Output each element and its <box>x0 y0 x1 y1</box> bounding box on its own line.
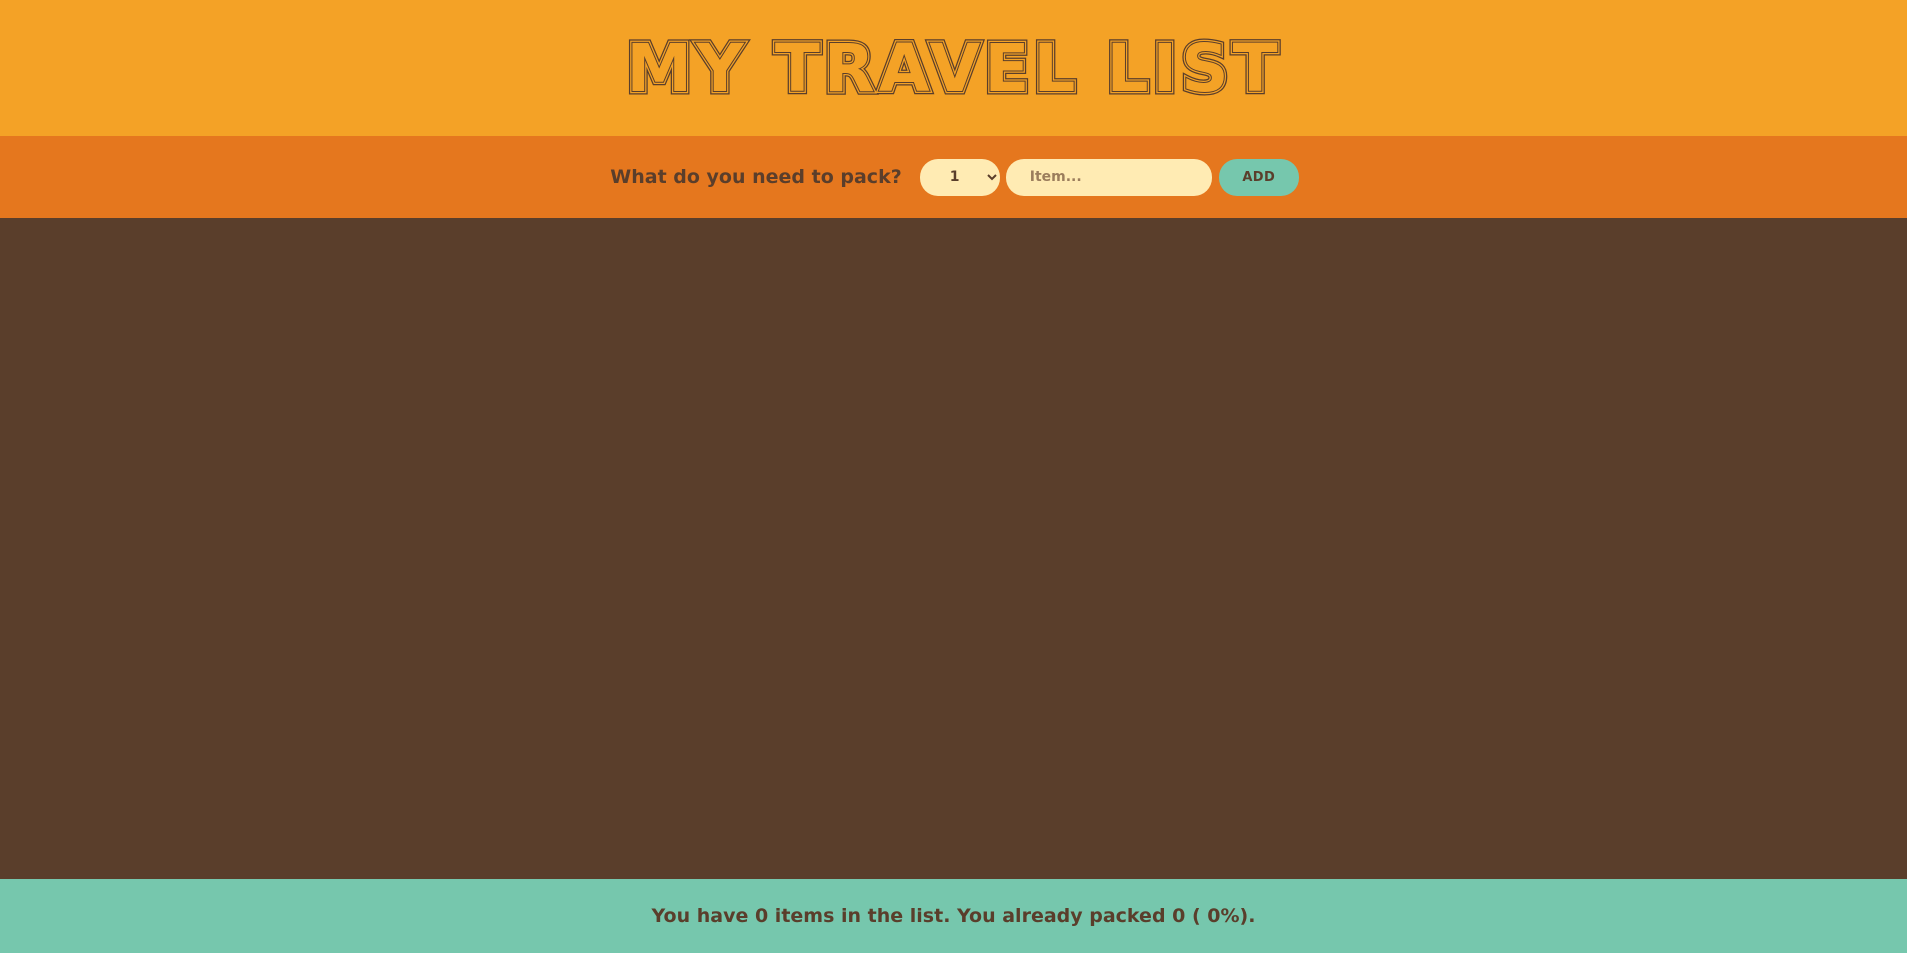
app-logo: MY TRAVEL LIST MY TRAVEL LIST MY TRAVEL … <box>622 27 1280 111</box>
item-input[interactable] <box>1005 158 1212 196</box>
packing-stats: You have 0 items in the list. You alread… <box>0 879 1907 953</box>
app-header: MY TRAVEL LIST MY TRAVEL LIST MY TRAVEL … <box>0 0 1907 136</box>
packing-list <box>0 218 1907 879</box>
form-question-label: What do you need to pack? <box>610 166 902 188</box>
quantity-select[interactable]: 1 <box>919 158 1000 196</box>
stats-text: You have 0 items in the list. You alread… <box>651 905 1256 927</box>
add-item-form: What do you need to pack? 1 ADD <box>0 136 1907 218</box>
app-title-core: MY TRAVEL LIST <box>626 30 1281 107</box>
travel-list-app: MY TRAVEL LIST MY TRAVEL LIST MY TRAVEL … <box>0 0 1907 953</box>
add-button[interactable]: ADD <box>1218 158 1299 196</box>
